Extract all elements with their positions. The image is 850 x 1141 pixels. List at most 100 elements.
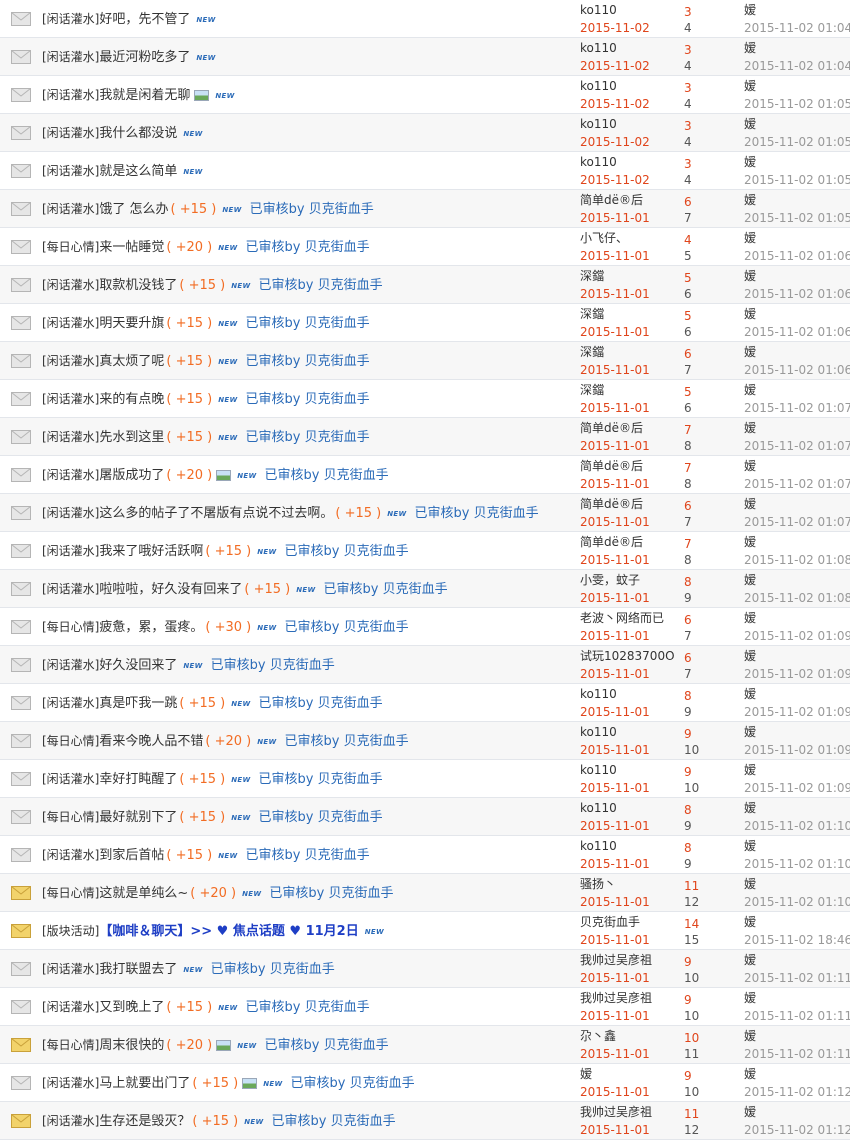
- author-link[interactable]: 尕丶鑫: [580, 1029, 616, 1043]
- last-post-time[interactable]: 2015-11-02 01:11: [744, 1046, 850, 1062]
- thread-category[interactable]: [闲话灌水]: [42, 354, 99, 368]
- last-poster-link[interactable]: 嫒: [744, 877, 756, 891]
- envelope-icon[interactable]: [11, 658, 31, 672]
- envelope-icon[interactable]: [11, 544, 31, 558]
- envelope-icon[interactable]: [11, 772, 31, 786]
- thread-category[interactable]: [闲话灌水]: [42, 1076, 99, 1090]
- envelope-icon[interactable]: [11, 12, 31, 26]
- author-link[interactable]: ko110: [580, 687, 617, 701]
- thread-subject-link[interactable]: 取款机没钱了: [99, 278, 177, 293]
- thread-subject-link[interactable]: 到家后首帖: [99, 848, 164, 863]
- last-poster-link[interactable]: 嫒: [744, 3, 756, 17]
- envelope-icon[interactable]: [11, 354, 31, 368]
- last-post-time[interactable]: 2015-11-02 01:05: [744, 172, 850, 188]
- author-link[interactable]: 贝克街血手: [580, 915, 640, 929]
- author-link[interactable]: ko110: [580, 79, 617, 93]
- last-poster-link[interactable]: 嫒: [744, 383, 756, 397]
- last-poster-link[interactable]: 嫒: [744, 193, 756, 207]
- thread-category[interactable]: [闲话灌水]: [42, 696, 99, 710]
- thread-subject-link[interactable]: 马上就要出门了: [99, 1076, 190, 1091]
- thread-subject-link[interactable]: 我来了哦好活跃啊: [99, 544, 203, 559]
- envelope-icon[interactable]: [11, 810, 31, 824]
- thread-subject-link[interactable]: 屠版成功了: [99, 468, 164, 483]
- last-poster-link[interactable]: 嫒: [744, 117, 756, 131]
- envelope-hot-icon[interactable]: [11, 924, 31, 938]
- envelope-icon[interactable]: [11, 506, 31, 520]
- last-post-time[interactable]: 2015-11-02 01:09: [744, 628, 850, 644]
- author-link[interactable]: ko110: [580, 839, 617, 853]
- author-link[interactable]: 小飞仔、: [580, 231, 628, 245]
- thread-category[interactable]: [闲话灌水]: [42, 544, 99, 558]
- last-post-time[interactable]: 2015-11-02 18:46: [744, 932, 850, 948]
- thread-subject-link[interactable]: 我什么都没说: [99, 126, 177, 141]
- last-post-time[interactable]: 2015-11-02 01:06: [744, 324, 850, 340]
- thread-subject-link[interactable]: 又到晚上了: [99, 1000, 164, 1015]
- last-post-time[interactable]: 2015-11-02 01:09: [744, 780, 850, 796]
- last-post-time[interactable]: 2015-11-02 01:11: [744, 970, 850, 986]
- thread-subject-link[interactable]: 我就是闲着无聊: [99, 88, 190, 103]
- envelope-icon[interactable]: [11, 620, 31, 634]
- thread-category[interactable]: [闲话灌水]: [42, 12, 99, 26]
- thread-subject-link[interactable]: 最好就别下了: [99, 810, 177, 825]
- author-link[interactable]: 深鐺: [580, 345, 604, 359]
- last-poster-link[interactable]: 嫒: [744, 953, 756, 967]
- author-link[interactable]: 深鐺: [580, 307, 604, 321]
- thread-subject-link[interactable]: 看来今晚人品不错: [99, 734, 203, 749]
- last-post-time[interactable]: 2015-11-02 01:12: [744, 1084, 850, 1100]
- thread-subject-link[interactable]: 最近河粉吃多了: [99, 50, 190, 65]
- thread-category[interactable]: [每日心情]: [42, 620, 99, 634]
- envelope-icon[interactable]: [11, 164, 31, 178]
- last-post-time[interactable]: 2015-11-02 01:10: [744, 894, 850, 910]
- last-poster-link[interactable]: 嫒: [744, 991, 756, 1005]
- last-poster-link[interactable]: 嫒: [744, 307, 756, 321]
- last-post-time[interactable]: 2015-11-02 01:07: [744, 400, 850, 416]
- author-link[interactable]: 老波丶网络而已: [580, 611, 664, 625]
- last-post-time[interactable]: 2015-11-02 01:06: [744, 248, 850, 264]
- envelope-icon[interactable]: [11, 202, 31, 216]
- last-post-time[interactable]: 2015-11-02 01:06: [744, 362, 850, 378]
- last-poster-link[interactable]: 嫒: [744, 915, 756, 929]
- author-link[interactable]: ko110: [580, 725, 617, 739]
- thread-category[interactable]: [闲话灌水]: [42, 658, 99, 672]
- thread-category[interactable]: [闲话灌水]: [42, 582, 99, 596]
- thread-category[interactable]: [闲话灌水]: [42, 88, 99, 102]
- thread-category[interactable]: [闲话灌水]: [42, 278, 99, 292]
- thread-category[interactable]: [闲话灌水]: [42, 1114, 99, 1128]
- last-post-time[interactable]: 2015-11-02 01:05: [744, 96, 850, 112]
- thread-category[interactable]: [闲话灌水]: [42, 50, 99, 64]
- last-poster-link[interactable]: 嫒: [744, 535, 756, 549]
- author-link[interactable]: ko110: [580, 763, 617, 777]
- thread-category[interactable]: [闲话灌水]: [42, 962, 99, 976]
- author-link[interactable]: ko110: [580, 117, 617, 131]
- thread-subject-link[interactable]: 周末很快的: [99, 1038, 164, 1053]
- last-post-time[interactable]: 2015-11-02 01:07: [744, 438, 850, 454]
- author-link[interactable]: 嫒: [580, 1067, 592, 1081]
- last-poster-link[interactable]: 嫒: [744, 763, 756, 777]
- author-link[interactable]: 深鐺: [580, 383, 604, 397]
- thread-subject-link[interactable]: 先水到这里: [99, 430, 164, 445]
- thread-category[interactable]: [每日心情]: [42, 810, 99, 824]
- author-link[interactable]: ko110: [580, 41, 617, 55]
- thread-category[interactable]: [闲话灌水]: [42, 468, 99, 482]
- last-poster-link[interactable]: 嫒: [744, 1067, 756, 1081]
- last-poster-link[interactable]: 嫒: [744, 573, 756, 587]
- author-link[interactable]: ko110: [580, 3, 617, 17]
- last-post-time[interactable]: 2015-11-02 01:04: [744, 58, 850, 74]
- envelope-icon[interactable]: [11, 278, 31, 292]
- thread-subject-link[interactable]: 我打联盟去了: [99, 962, 177, 977]
- envelope-icon[interactable]: [11, 50, 31, 64]
- envelope-icon[interactable]: [11, 240, 31, 254]
- thread-category[interactable]: [闲话灌水]: [42, 316, 99, 330]
- last-post-time[interactable]: 2015-11-02 01:07: [744, 476, 850, 492]
- author-link[interactable]: ko110: [580, 155, 617, 169]
- thread-category[interactable]: [每日心情]: [42, 240, 99, 254]
- last-poster-link[interactable]: 嫒: [744, 649, 756, 663]
- envelope-icon[interactable]: [11, 734, 31, 748]
- thread-category[interactable]: [闲话灌水]: [42, 1000, 99, 1014]
- last-poster-link[interactable]: 嫒: [744, 801, 756, 815]
- thread-category[interactable]: [每日心情]: [42, 734, 99, 748]
- author-link[interactable]: ko110: [580, 801, 617, 815]
- thread-subject-link[interactable]: 生存还是毁灭？: [99, 1114, 190, 1129]
- thread-category[interactable]: [每日心情]: [42, 1038, 99, 1052]
- thread-subject-link[interactable]: 来一帖睡觉: [99, 240, 164, 255]
